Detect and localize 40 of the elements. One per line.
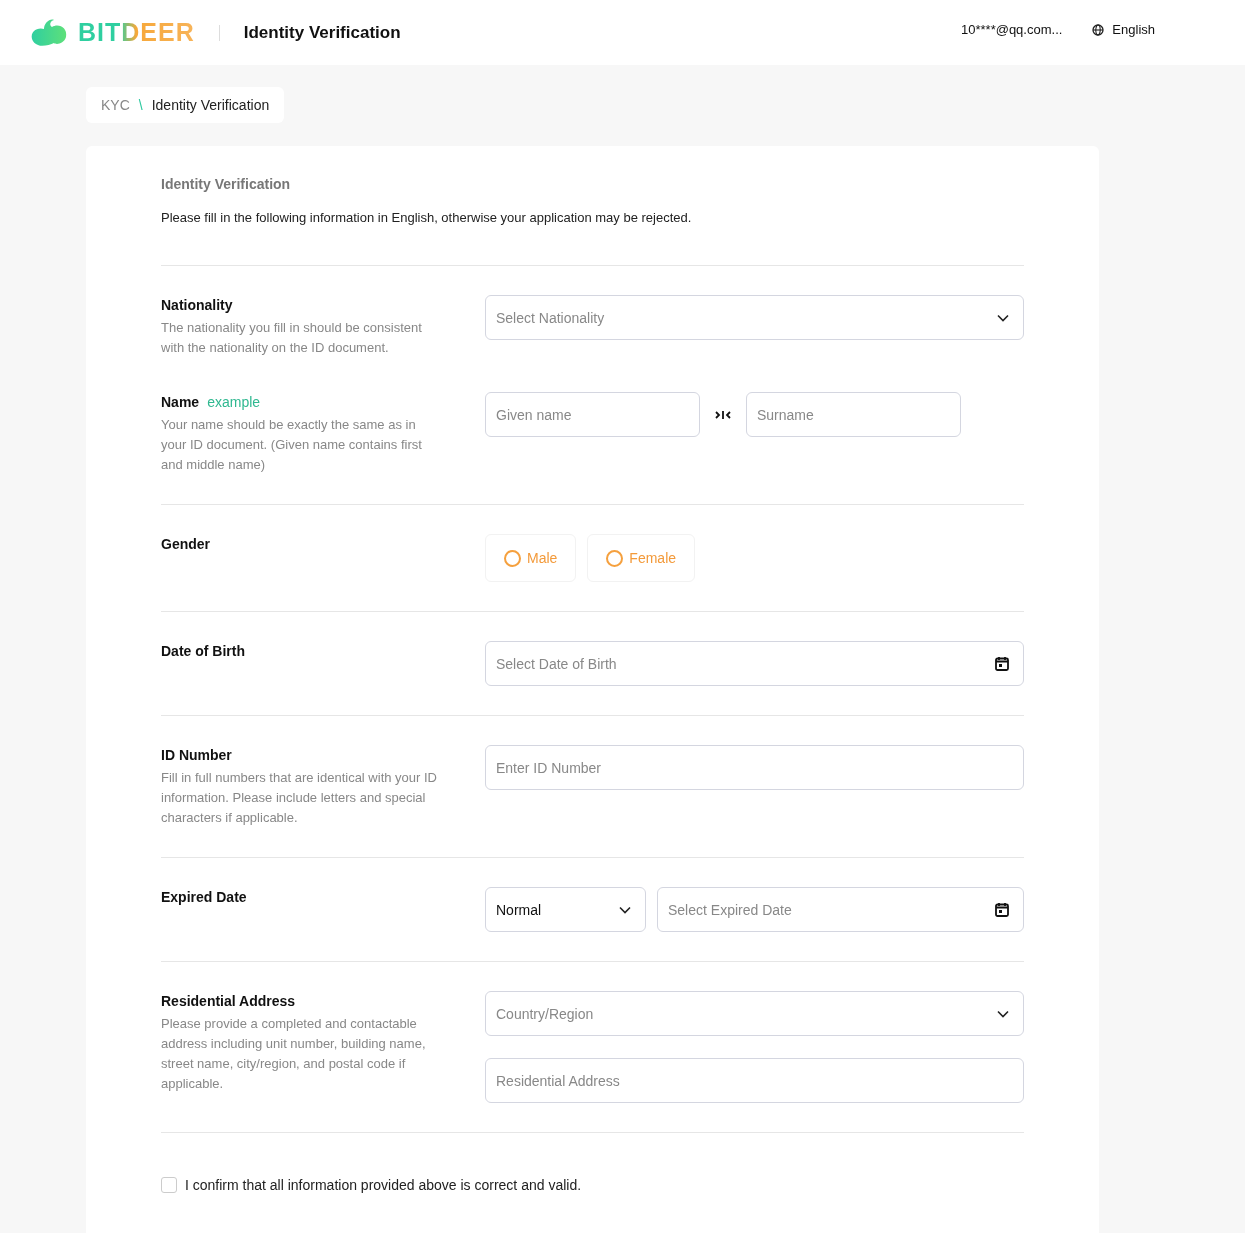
select-field[interactable]: Country/Region (485, 991, 1024, 1036)
select-field[interactable]: Select Nationality (485, 295, 1024, 340)
swap-arrows-icon[interactable] (715, 409, 731, 420)
field-description: Fill in full numbers that are identical with your ID information. Please include letters and special characters if applicable. (161, 769, 438, 827)
text-field[interactable]: Residential Address (485, 1058, 1024, 1103)
field-description: Your name should be exactly the same as in your ID document. (Given name contains first and middle name) (161, 416, 423, 474)
example-link[interactable]: example (207, 394, 261, 410)
field-description: The nationality you fill in should be consistent with the nationality on the ID document. (161, 319, 423, 357)
radio-option[interactable]: Male (485, 534, 577, 582)
radio-option[interactable]: Female (587, 534, 696, 582)
breadcrumb-item: Identity Verification (151, 97, 270, 113)
page-title: Identity Verification (243, 22, 401, 43)
field-label: Name (161, 394, 200, 410)
field-description: Please provide a completed and contactable address including unit number, building name, street name, city/region, and postal code if applicable. (161, 1015, 427, 1093)
language-selector[interactable]: English (1092, 22, 1155, 37)
globe-icon (1092, 23, 1105, 36)
breadcrumb-separator: \ (138, 97, 143, 113)
date-field[interactable]: Select Expired Date (657, 887, 1024, 932)
breadcrumb-item[interactable]: KYC (101, 97, 130, 113)
text-field[interactable]: Surname (746, 392, 961, 437)
chevron-down-icon (997, 313, 1009, 322)
field-label: Gender (161, 536, 210, 552)
text-field[interactable]: Given name (485, 392, 700, 437)
date-field[interactable]: Select Date of Birth (485, 641, 1024, 686)
text-field[interactable]: Enter ID Number (485, 745, 1024, 790)
account-email[interactable]: 10****@qq.com... (961, 22, 1063, 37)
field-label: Nationality (161, 297, 233, 313)
chevron-down-icon (997, 1009, 1009, 1018)
field-label: Expired Date (161, 889, 247, 905)
chevron-down-icon (619, 905, 631, 914)
confirm-checkbox[interactable] (161, 1177, 177, 1193)
form-intro: Please fill in the following information in English, otherwise your application may be rejected. (161, 210, 693, 225)
calendar-icon (995, 902, 1009, 917)
field-label: Date of Birth (161, 643, 245, 659)
select-field[interactable]: Normal (485, 887, 646, 932)
form-title: Identity Verification (161, 176, 292, 192)
confirm-label: I confirm that all information provided above is correct and valid. (185, 1177, 582, 1193)
field-label: ID Number (161, 747, 232, 763)
calendar-icon (995, 656, 1009, 671)
field-label: Residential Address (161, 993, 296, 1009)
